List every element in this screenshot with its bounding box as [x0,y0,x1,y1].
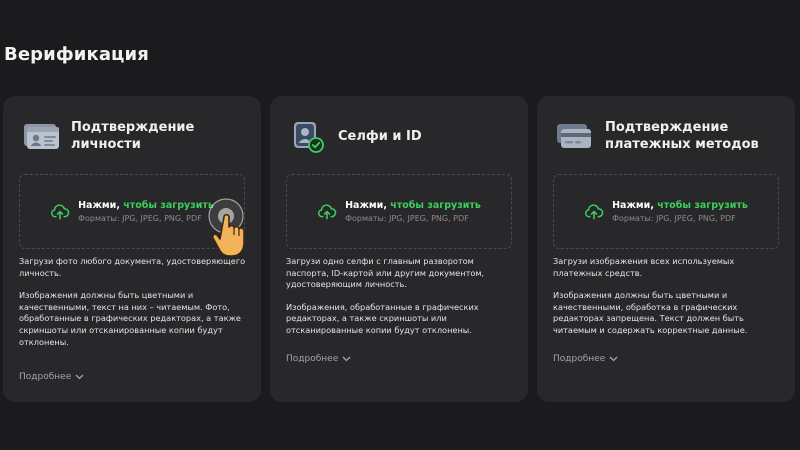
description-paragraph: Изображения должны быть цветными и качес… [19,290,241,347]
upload-prompt: Нажми, [345,200,391,211]
card-header: Селфи и ID [288,116,516,156]
page-title: Верификация [4,44,149,65]
more-label: Подробнее [553,354,606,364]
card-identity: Подтверждение личности Нажми, чтобы загр… [3,96,261,402]
card-selfie: Селфи и ID Нажми, чтобы загрузить Формат… [270,96,528,402]
upload-link[interactable]: чтобы загрузить [657,200,748,211]
card-description: Загрузи изображения всех используемых пл… [553,256,781,337]
more-label: Подробнее [19,372,72,382]
more-toggle[interactable]: Подробнее [286,354,351,364]
cloud-upload-icon [51,203,70,219]
id-card-icon [24,124,59,149]
upload-dropzone[interactable]: Нажми, чтобы загрузить Форматы: JPG, JPE… [19,174,245,249]
cloud-upload-icon [585,203,604,219]
description-paragraph: Изображения должны быть цветными и качес… [553,290,748,335]
upload-prompt: Нажми, [78,200,124,211]
chevron-down-icon [75,374,84,380]
chevron-down-icon [609,356,618,362]
upload-dropzone[interactable]: Нажми, чтобы загрузить Форматы: JPG, JPE… [286,174,512,249]
card-description: Загрузи фото любого документа, удостовер… [19,256,247,348]
upload-formats: Форматы: JPG, JPEG, PNG, PDF [78,214,202,223]
card-description: Загрузи одно селфи с главным разворотом … [286,256,514,337]
description-paragraph: Изображения, обработанные в графических … [286,301,479,335]
card-title: Подтверждение платежных методов [605,120,759,152]
upload-formats: Форматы: JPG, JPEG, PNG, PDF [612,214,736,223]
more-toggle[interactable]: Подробнее [553,354,618,364]
more-toggle[interactable]: Подробнее [19,372,84,382]
payment-cards-icon [557,124,591,148]
upload-dropzone[interactable]: Нажми, чтобы загрузить Форматы: JPG, JPE… [553,174,779,249]
card-header: Подтверждение личности [21,116,249,156]
upload-link[interactable]: чтобы загрузить [123,200,214,211]
more-label: Подробнее [286,354,339,364]
upload-formats: Форматы: JPG, JPEG, PNG, PDF [345,214,469,223]
card-title: Подтверждение личности [71,120,195,152]
description-paragraph: Загрузи фото любого документа, удостовер… [19,256,246,278]
description-paragraph: Загрузи одно селфи с главным разворотом … [286,256,485,290]
description-paragraph: Загрузи изображения всех используемых пл… [553,256,735,278]
card-title: Селфи и ID [338,128,422,144]
card-payment-methods: Подтверждение платежных методов Нажми, ч… [537,96,795,402]
selfie-id-icon [294,122,324,153]
upload-prompt: Нажми, [612,200,658,211]
chevron-down-icon [342,356,351,362]
card-header: Подтверждение платежных методов [555,116,783,156]
cloud-upload-icon [318,203,337,219]
upload-link[interactable]: чтобы загрузить [390,200,481,211]
